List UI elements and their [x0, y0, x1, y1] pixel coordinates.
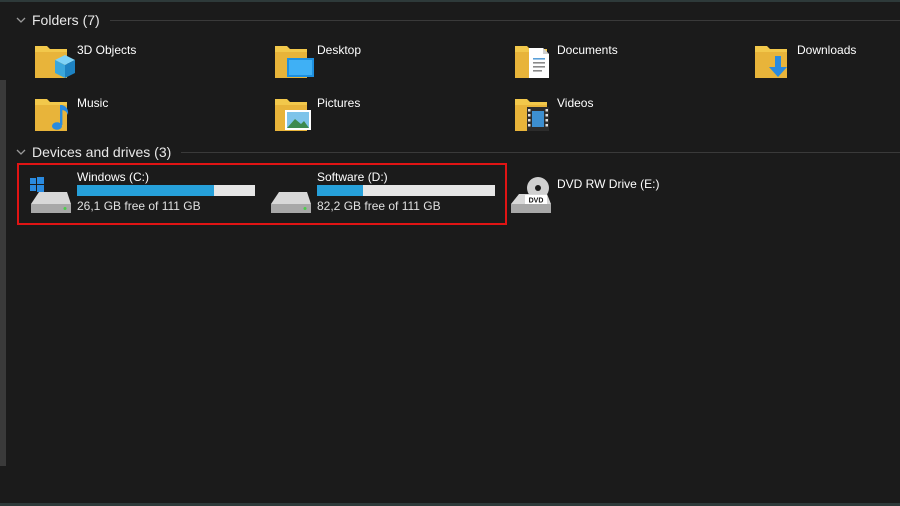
desktop-folder-icon [275, 46, 314, 78]
3d-objects-folder-icon [35, 46, 75, 78]
folder-music[interactable]: Music [33, 93, 253, 137]
pictures-folder-icon [275, 99, 311, 131]
folder-label: Documents [557, 43, 618, 57]
music-folder-icon [35, 99, 69, 131]
folder-documents[interactable]: Documents [513, 40, 733, 84]
section-divider [181, 151, 900, 153]
devices-section-title: Devices and drives (3) [32, 144, 172, 160]
window-top-edge [0, 0, 900, 2]
dvd-drive-icon: DVD [511, 177, 551, 213]
chevron-down-icon[interactable] [14, 145, 28, 159]
folders-section-header[interactable]: Folders (7) [14, 9, 900, 31]
folder-label: Desktop [317, 43, 362, 57]
section-divider [109, 19, 900, 21]
vertical-scrollbar[interactable] [0, 80, 6, 466]
folder-label: 3D Objects [77, 43, 137, 57]
drive-name: DVD RW Drive (E:) [557, 177, 660, 191]
folder-label: Downloads [797, 43, 857, 57]
folder-desktop[interactable]: Desktop [273, 40, 493, 84]
folder-videos[interactable]: Videos [513, 93, 733, 137]
downloads-folder-icon [755, 46, 787, 78]
folders-section-title: Folders (7) [32, 12, 100, 28]
folder-downloads[interactable]: Downloads [753, 40, 900, 84]
folder-pictures[interactable]: Pictures [273, 93, 493, 137]
documents-folder-icon [515, 46, 549, 78]
highlight-annotation [17, 163, 507, 225]
folder-3d-objects[interactable]: 3D Objects [33, 40, 253, 84]
videos-folder-icon [515, 99, 549, 131]
folder-label: Music [77, 96, 109, 110]
chevron-down-icon[interactable] [14, 13, 28, 27]
folder-label: Pictures [317, 96, 361, 110]
folder-label: Videos [557, 96, 594, 110]
svg-text:DVD: DVD [529, 198, 544, 205]
drive-dvd-e[interactable]: DVD DVD RW Drive (E:) [509, 170, 709, 218]
devices-section-header[interactable]: Devices and drives (3) [14, 141, 900, 163]
